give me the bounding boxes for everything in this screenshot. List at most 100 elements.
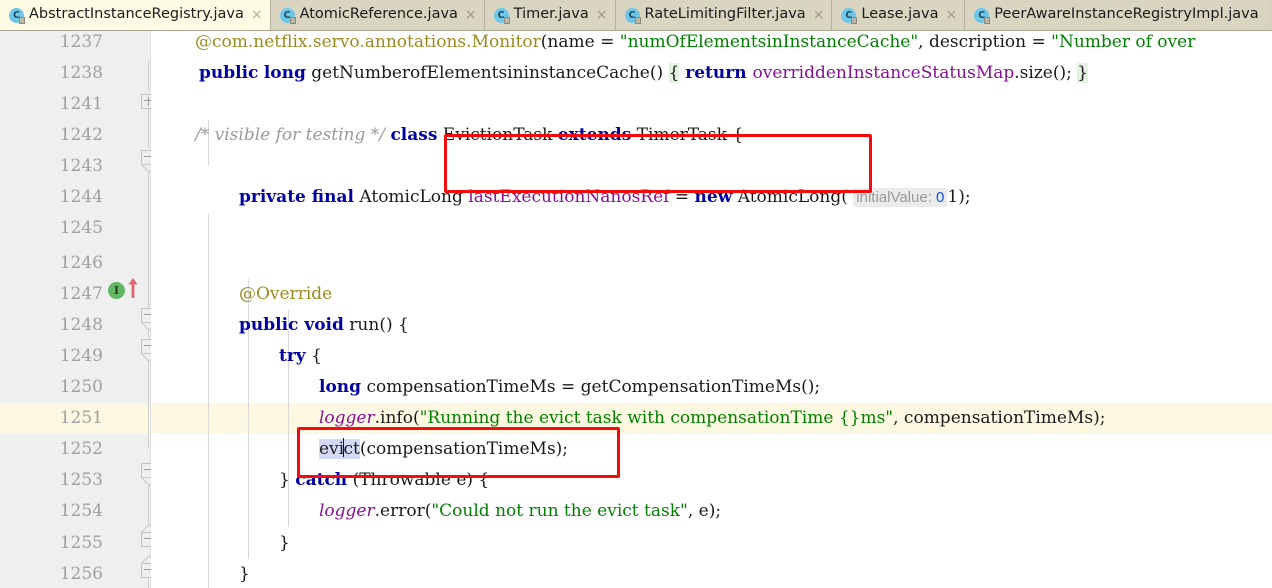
tab-peer-aware-instance-registry-impl[interactable]: C PeerAwareInstanceRegistryImpl.java [965, 0, 1266, 30]
keyword-return: return [679, 63, 753, 83]
code-line-1244[interactable]: private final AtomicLong lastExecutionNa… [239, 182, 1272, 213]
code-line-1252[interactable]: } catch (Throwable e) { [279, 465, 1272, 496]
type-atomic-long: AtomicLong [353, 187, 469, 207]
code-line-1237[interactable]: @com.netflix.servo.annotations.Monitor(n… [195, 31, 1272, 58]
code-line-1255[interactable]: } [239, 559, 1272, 588]
keyword-class: class [390, 125, 438, 145]
tab-label: RateLimitingFilter.java [644, 6, 806, 23]
code-line-1238[interactable]: public long getNumberofElementsininstanc… [199, 58, 1272, 89]
java-class-icon: C [624, 7, 641, 24]
code-line-1251[interactable]: evict(compensationTimeMs); [319, 434, 1272, 465]
java-class-icon: C [279, 7, 296, 24]
tab-label: AbstractInstanceRegistry.java [29, 6, 244, 23]
editor-gutter[interactable]: 1237 1238 1241 1242 1243 1244 1245 1246 … [0, 31, 157, 588]
java-class-icon: C [974, 7, 991, 24]
tab-label: Timer.java [513, 6, 589, 23]
line-number: 1252 [59, 439, 103, 459]
code-line-1247[interactable]: public void run() { [239, 310, 1272, 341]
parameter-name-hint: initialValue: 0 [853, 188, 948, 207]
code-token: , compensationTimeMs); [893, 408, 1106, 428]
field-last-execution-nanos-ref: lastExecutionNanosRef [468, 187, 670, 207]
fold-rail [148, 108, 149, 148]
code-token: .info( [374, 408, 420, 428]
line-number: 1237 [59, 32, 103, 52]
fold-rail [148, 61, 149, 91]
keyword-private-final: private final [239, 187, 354, 207]
string-literal: "Running the evict task with compensatio… [419, 408, 894, 428]
tab-lease[interactable]: C Lease.java × [832, 0, 966, 30]
brace-highlight: { [668, 63, 680, 83]
keyword-long: long [263, 63, 306, 83]
line-number: 1254 [59, 501, 103, 521]
line-number: 1248 [59, 315, 103, 335]
superclass-timer-task: TimerTask { [631, 125, 744, 145]
line-number: 1253 [59, 470, 103, 490]
fold-rail [148, 165, 149, 309]
tab-close-icon[interactable]: × [596, 8, 608, 23]
code-line-1242[interactable]: /* visible for testing */ class Eviction… [195, 120, 1272, 151]
line-number: 1256 [59, 564, 103, 584]
tab-abstract-instance-registry[interactable]: C AbstractInstanceRegistry.java × [0, 0, 271, 30]
method-run: run() { [343, 315, 409, 335]
code-token: (name = [540, 32, 620, 52]
line-number: 1247 [59, 284, 103, 304]
code-token: (Throwable e) { [347, 470, 490, 490]
code-text-area[interactable]: @com.netflix.servo.annotations.Monitor(n… [151, 31, 1272, 588]
tab-close-icon[interactable]: × [813, 8, 825, 23]
line-number: 1241 [59, 94, 103, 114]
code-line-1254[interactable]: } [279, 528, 1272, 559]
line-number: 1249 [59, 346, 103, 366]
keyword-catch: catch [295, 470, 348, 490]
override-annotation: @Override [239, 284, 333, 304]
logger-reference: logger [319, 501, 375, 521]
keyword-public-void: public void [239, 315, 344, 335]
code-editor[interactable]: 1237 1238 1241 1242 1243 1244 1245 1246 … [0, 31, 1272, 588]
code-line-1253[interactable]: logger.error("Could not run the evict ta… [319, 496, 1272, 527]
operator: = [669, 187, 695, 207]
string-literal: "Number of over [1051, 32, 1196, 52]
code-line-1250[interactable]: logger.info("Running the evict task with… [319, 403, 1272, 434]
code-token: 1); [947, 187, 971, 207]
keyword-new: new [694, 187, 733, 207]
field-reference: overriddenInstanceStatusMap [752, 63, 1015, 83]
code-line-1249[interactable]: long compensationTimeMs = getCompensatio… [319, 372, 1272, 403]
annotation-name: Monitor [471, 32, 541, 52]
annotation-token: @com.netflix.servo.annotations. [195, 32, 472, 52]
tab-close-icon[interactable]: × [251, 8, 263, 23]
code-token: } [279, 470, 296, 490]
code-line-1246[interactable]: @Override [239, 279, 1272, 310]
tab-atomic-reference[interactable]: C AtomicReference.java × [270, 0, 485, 30]
tab-close-icon[interactable]: × [465, 8, 477, 23]
tab-rate-limiting-filter[interactable]: C RateLimitingFilter.java × [615, 0, 833, 30]
code-token: .error( [374, 501, 432, 521]
implements-method-icon[interactable]: I [108, 282, 125, 299]
code-token: , description = [918, 32, 1052, 52]
constructor-call: AtomicLong( [732, 187, 848, 207]
tab-timer[interactable]: C Timer.java × [484, 0, 616, 30]
java-class-icon: C [841, 7, 858, 24]
line-number: 1246 [59, 253, 103, 273]
code-line-1248[interactable]: try { [279, 341, 1272, 372]
code-token: .size(); [1014, 63, 1078, 83]
line-number: 1244 [59, 187, 103, 207]
string-literal: "Could not run the evict task" [431, 501, 688, 521]
java-class-icon: C [493, 7, 510, 24]
tab-close-icon[interactable]: × [946, 8, 958, 23]
keyword-long: long [319, 377, 362, 397]
code-token: { [305, 346, 322, 366]
logger-reference: logger [319, 408, 375, 428]
line-number: 1255 [59, 533, 103, 553]
keyword-try: try [279, 346, 306, 366]
closing-brace: } [279, 533, 290, 553]
selected-text-ct: ct [343, 439, 360, 459]
code-token: compensationTimeMs = getCompensationTime… [361, 377, 821, 397]
method-name: getNumberofElementsininstanceCache() [305, 63, 669, 83]
keyword-extends: extends [557, 125, 632, 145]
navigate-up-arrow-icon[interactable] [127, 278, 139, 298]
code-token: , e); [687, 501, 722, 521]
tab-label: PeerAwareInstanceRegistryImpl.java [994, 6, 1259, 23]
selected-text-evi: evi [319, 439, 345, 459]
fold-rail [148, 359, 149, 449]
editor-tab-bar[interactable]: C AbstractInstanceRegistry.java × C Atom… [0, 0, 1272, 31]
line-number: 1243 [59, 156, 103, 176]
